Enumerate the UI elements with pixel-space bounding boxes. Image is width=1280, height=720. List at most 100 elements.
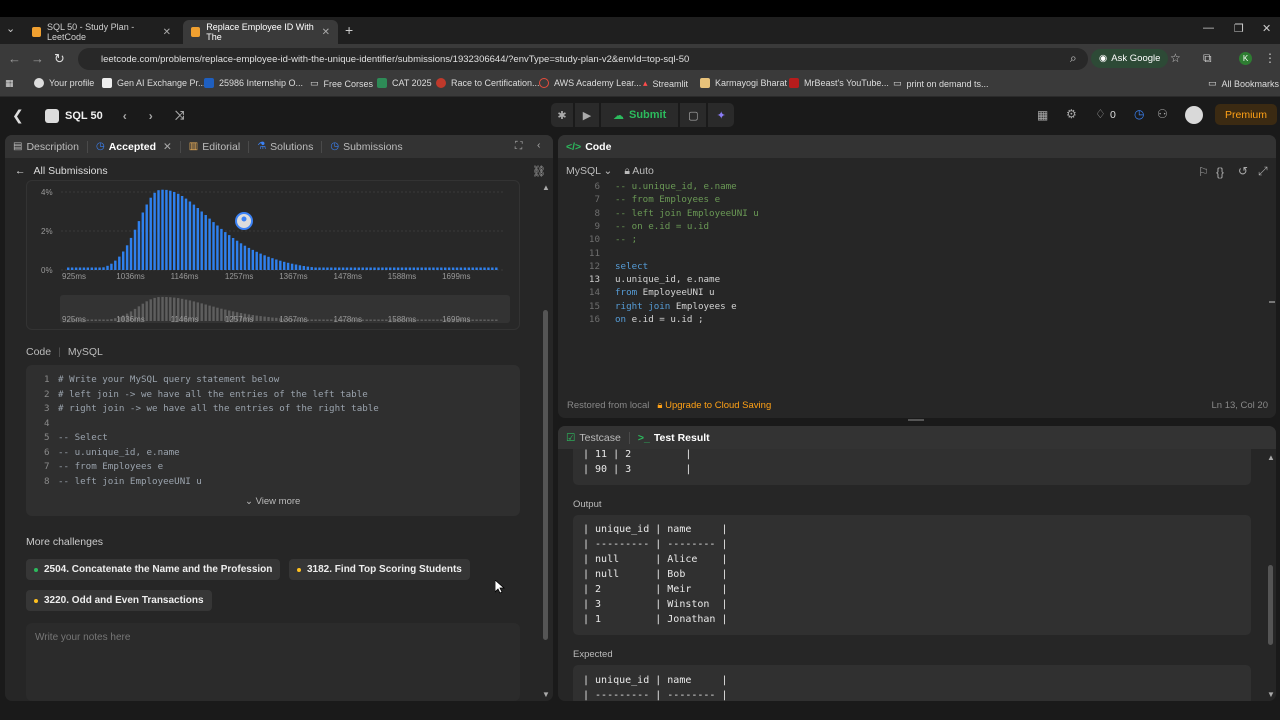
notes-textarea[interactable]: Write your notes here (26, 623, 520, 701)
bookmark-item[interactable]: AWS Academy Lear... (539, 78, 641, 88)
upgrade-link[interactable]: 🔒︎ Upgrade to Cloud Saving (657, 400, 771, 411)
scroll-down-icon[interactable]: ▼ (1267, 690, 1275, 699)
histogram-bar[interactable] (420, 267, 423, 271)
histogram-bar[interactable] (235, 240, 239, 270)
histogram-bar[interactable] (74, 267, 78, 271)
language-select[interactable]: MySQL ⌄ (566, 165, 612, 178)
tab-testcase[interactable]: ☑ Testcase (558, 426, 629, 449)
histogram-bar[interactable] (267, 256, 270, 270)
histogram-bar[interactable] (408, 267, 412, 271)
bookmark-item[interactable]: Karmayogi Bharat (700, 78, 787, 88)
debug-icon[interactable]: ✱ (551, 103, 573, 127)
editor-line[interactable]: 8 -- left join EmployeeUNI u (573, 208, 758, 219)
tab-code[interactable]: </> Code (558, 135, 619, 158)
histogram-bar[interactable] (208, 218, 211, 270)
close-icon[interactable]: ✕ (163, 141, 172, 153)
histogram-bar[interactable] (118, 256, 121, 270)
histogram-bar[interactable] (177, 193, 180, 270)
editor-line[interactable]: 16 on e.id = u.id ; (573, 314, 704, 325)
editor-line[interactable]: 7 -- from Employees e (573, 194, 720, 205)
histogram-bar[interactable] (275, 259, 278, 271)
histogram-bar[interactable] (70, 267, 74, 271)
histogram-bar[interactable] (231, 238, 235, 270)
histogram-bar[interactable] (389, 267, 392, 271)
prev-problem-icon[interactable]: ‹ (123, 109, 127, 123)
histogram-bar[interactable] (463, 267, 467, 271)
histogram-bar[interactable] (483, 267, 486, 271)
histogram-bar[interactable] (467, 267, 471, 271)
layout-icon[interactable]: ▦ (1037, 108, 1048, 122)
histogram-bar[interactable] (247, 247, 251, 270)
challenge-chip[interactable]: 2504. Concatenate the Name and the Profe… (26, 559, 281, 580)
fullscreen-icon[interactable]: ⛶ (515, 140, 522, 153)
histogram-bar[interactable] (416, 267, 419, 271)
histogram-bar[interactable] (330, 267, 333, 271)
histogram-bar[interactable] (353, 267, 357, 271)
tab-solutions[interactable]: ⚗ Solutions (249, 135, 321, 158)
left-scrollbar[interactable] (543, 310, 548, 640)
editor-line[interactable]: 12 select (573, 261, 648, 272)
histogram-bar[interactable] (212, 222, 215, 270)
add-friend-icon[interactable]: ⚇ (1157, 107, 1168, 121)
histogram-bar[interactable] (286, 262, 290, 270)
histogram-bar[interactable] (200, 211, 203, 271)
leetcode-logo-icon[interactable]: ❮ (12, 107, 24, 124)
histogram-bar[interactable] (302, 266, 306, 270)
histogram-bar[interactable] (78, 267, 82, 271)
histogram-bar[interactable] (82, 267, 86, 271)
scroll-up-icon[interactable]: ▲ (542, 183, 550, 192)
more-menu-icon[interactable]: ⋮ (1264, 51, 1276, 65)
editor-scroll-thumb[interactable] (1269, 301, 1275, 303)
auto-mode[interactable]: 🔒︎ Auto (624, 165, 654, 178)
streak-icon[interactable]: ♢ (1095, 107, 1106, 121)
bookmark-item[interactable]: ▴ Streamlit (643, 78, 688, 89)
editor-line[interactable]: 9 -- on e.id = u.id (573, 221, 709, 232)
histogram-bar[interactable] (98, 267, 101, 271)
bookmark-item[interactable]: ▭ print on demand ts... (893, 78, 989, 89)
shuffle-icon[interactable]: ⤨ (175, 108, 185, 123)
histogram-bar[interactable] (94, 267, 97, 271)
histogram-bar[interactable] (196, 208, 200, 270)
histogram-bar[interactable] (455, 267, 459, 271)
back-icon[interactable]: ← (8, 51, 21, 66)
view-more-button[interactable]: ⌄ View more (245, 496, 300, 507)
editor-line[interactable]: 15 right join Employees e (573, 301, 737, 312)
histogram-bar[interactable] (259, 253, 262, 270)
histogram-bar[interactable] (349, 267, 353, 271)
histogram-bar[interactable] (243, 245, 247, 270)
histogram-bar[interactable] (239, 243, 243, 270)
histogram-bar[interactable] (373, 267, 376, 271)
tab-editorial[interactable]: ▥ Editorial (181, 135, 248, 158)
histogram-bar[interactable] (180, 196, 184, 270)
histogram-bar[interactable] (161, 189, 164, 270)
histogram-bar[interactable] (220, 228, 223, 270)
histogram-bar[interactable] (298, 265, 302, 270)
minimize-icon[interactable]: — (1203, 22, 1214, 34)
new-tab-icon[interactable]: + (345, 22, 353, 38)
histogram-bar[interactable] (90, 267, 94, 271)
histogram-bar[interactable] (294, 264, 298, 271)
histogram-bar[interactable] (451, 267, 455, 271)
histogram-bar[interactable] (129, 237, 133, 270)
tab-list-icon[interactable]: ⌄ (6, 22, 15, 35)
close-window-icon[interactable]: ✕ (1262, 22, 1271, 35)
editor-line[interactable]: 10 -- ; (573, 234, 637, 245)
all-submissions-link[interactable]: ← All Submissions (15, 165, 108, 177)
bookmark-item[interactable]: Your profile (34, 78, 94, 88)
histogram-bar[interactable] (173, 192, 176, 270)
editor-line[interactable]: 6 -- u.unique_id, e.name (573, 181, 736, 192)
run-button[interactable]: ▶ (575, 103, 599, 127)
histogram-bar[interactable] (149, 197, 152, 270)
histogram-bar[interactable] (479, 267, 482, 271)
ai-sparkle-icon[interactable]: ✦ (708, 103, 735, 127)
histogram-bar[interactable] (369, 267, 372, 271)
histogram-bar[interactable] (322, 267, 325, 271)
histogram-bar[interactable] (122, 251, 125, 271)
search-icon[interactable]: ⌕ (1070, 51, 1077, 66)
histogram-bar[interactable] (412, 267, 416, 271)
histogram-bar[interactable] (424, 267, 427, 271)
histogram-bar[interactable] (102, 267, 105, 270)
extensions-icon[interactable]: ⧉ (1203, 51, 1212, 66)
histogram-bar[interactable] (306, 266, 310, 270)
timer-icon[interactable]: ◷ (1134, 107, 1144, 121)
